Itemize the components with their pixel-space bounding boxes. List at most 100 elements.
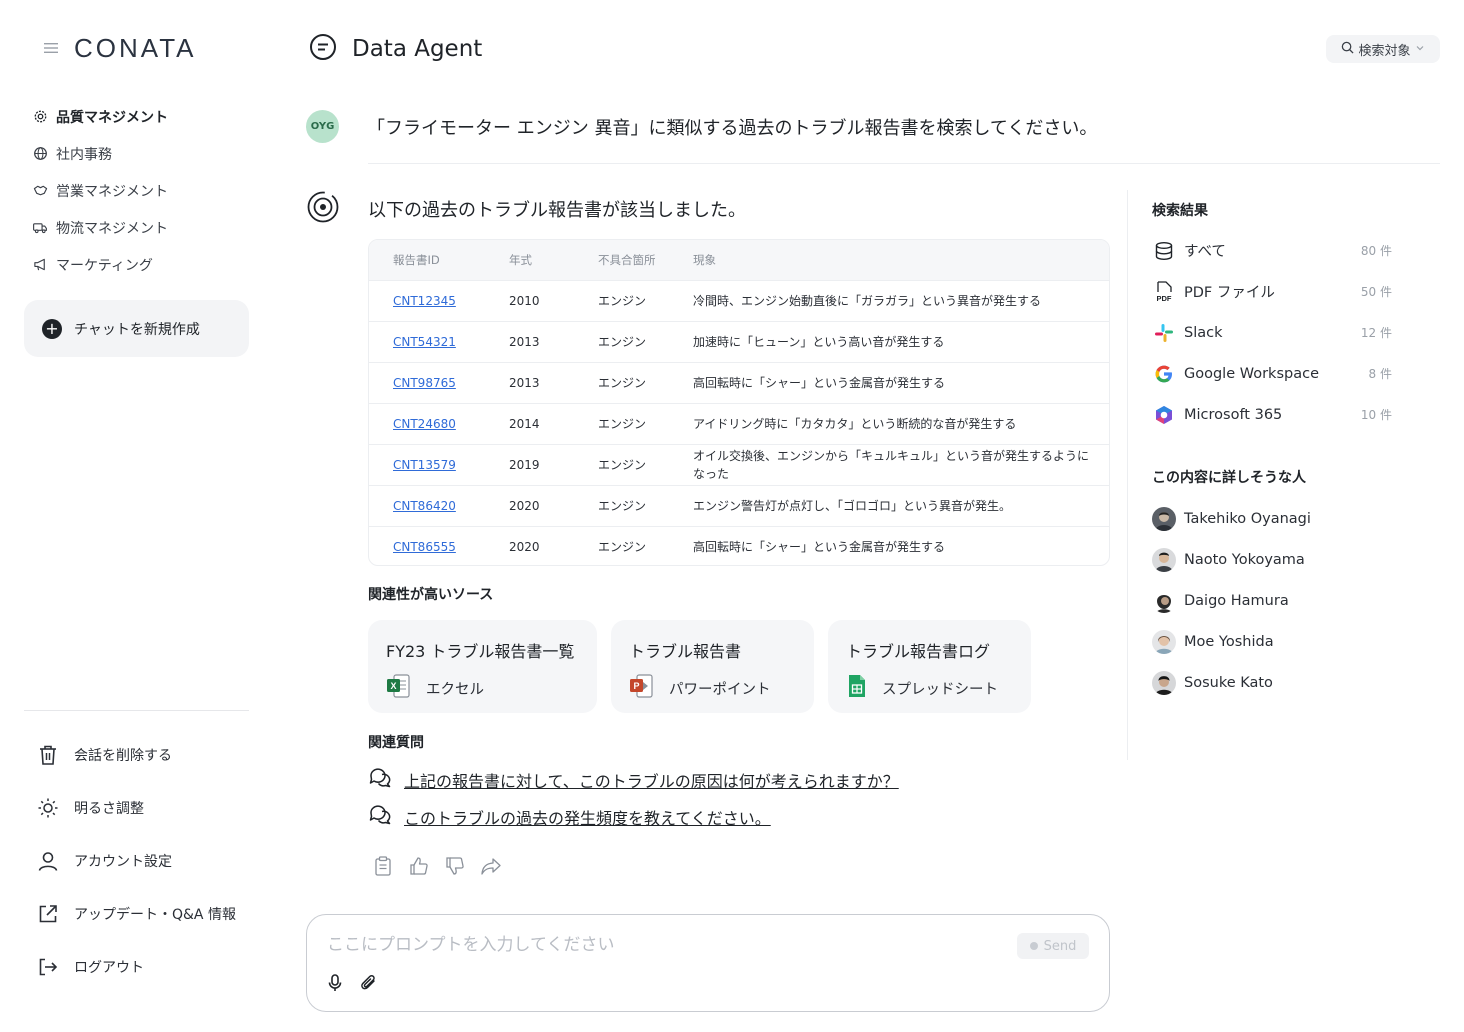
table-cell: エンジン <box>598 320 693 362</box>
table-cell: 高回転時に「シャー」という金属音が発生する <box>693 361 1109 403</box>
report-id-link[interactable]: CNT86555 <box>393 540 456 554</box>
user-icon <box>36 849 60 873</box>
related-question-text[interactable]: 上記の報告書に対して、このトラブルの原因は何が考えられますか？ <box>404 768 899 792</box>
search-scope-label: 検索対象 <box>1358 43 1411 59</box>
plus-icon: + <box>42 318 62 339</box>
brightness-button[interactable]: 明るさ調整 <box>36 781 266 834</box>
send-button[interactable]: Send <box>1017 933 1089 959</box>
logout-button[interactable]: ログアウト <box>36 940 266 993</box>
sidebar-bottom-nav: 会話を削除する 明るさ調整 アカウント設定 アップデート・Q&A 情報 ログアウ… <box>36 728 266 993</box>
table-row: CNT54321 2013 エンジン 加速時に「ヒューン」という高い音が発生する <box>369 320 1109 362</box>
related-question[interactable]: 上記の報告書に対して、このトラブルの原因は何が考えられますか？ <box>368 767 968 793</box>
report-id-link[interactable]: CNT12345 <box>393 294 456 308</box>
google-icon <box>1152 362 1176 386</box>
result-count: 50 件 <box>1360 285 1392 299</box>
logout-icon <box>36 955 60 979</box>
column-header: 年式 <box>509 252 532 267</box>
expert-item[interactable]: Sosuke Kato <box>1152 662 1392 703</box>
expert-item[interactable]: Takehiko Oyanagi <box>1152 498 1392 539</box>
database-icon <box>1152 239 1176 263</box>
search-scope-dropdown[interactable]: 検索対象 <box>1326 35 1440 63</box>
clipboard-icon[interactable] <box>372 855 394 877</box>
report-id-link[interactable]: CNT13579 <box>393 458 456 472</box>
page-title: Data Agent <box>352 36 483 62</box>
table-cell: エンジン <box>598 279 693 321</box>
report-id-link[interactable]: CNT54321 <box>393 335 456 349</box>
sidebar-item-marketing[interactable]: マーケティング <box>32 246 262 283</box>
related-question[interactable]: このトラブルの過去の発生頻度を教えてください。 <box>368 804 968 830</box>
bottom-item-label: アップデート・Q&A 情報 <box>74 906 236 923</box>
source-card-powerpoint[interactable]: トラブル報告書 P パワーポイント <box>611 620 814 713</box>
send-label: Send <box>1043 938 1077 954</box>
paperclip-icon[interactable] <box>359 973 379 993</box>
source-type: エクセル <box>426 681 484 698</box>
expert-name: Moe Yoshida <box>1184 633 1274 650</box>
result-label: すべて <box>1184 244 1226 260</box>
report-id-link[interactable]: CNT98765 <box>393 376 456 390</box>
microphone-icon[interactable] <box>325 973 345 993</box>
result-filter-all[interactable]: すべて 80 件 <box>1152 230 1392 271</box>
related-questions-heading: 関連質問 <box>368 735 424 751</box>
report-id-link[interactable]: CNT86420 <box>393 499 456 513</box>
menu-icon[interactable] <box>44 32 58 64</box>
bottom-item-label: ログアウト <box>74 959 144 976</box>
globe-icon <box>32 146 48 162</box>
report-id-link[interactable]: CNT24680 <box>393 417 456 431</box>
sources-heading: 関連性が高いソース <box>368 587 494 603</box>
sidebar-divider <box>24 710 249 711</box>
chevron-down-icon <box>1415 42 1425 57</box>
result-filter-microsoft365[interactable]: Microsoft 365 10 件 <box>1152 394 1392 435</box>
page-header: Data Agent <box>308 32 482 66</box>
source-title: トラブル報告書 <box>629 642 742 661</box>
result-filter-slack[interactable]: Slack 12 件 <box>1152 312 1392 353</box>
account-settings-button[interactable]: アカウント設定 <box>36 834 266 887</box>
handshake-icon <box>32 183 48 199</box>
sidebar-item-logistics[interactable]: 物流マネジメント <box>32 209 262 246</box>
new-chat-button[interactable]: + チャットを新規作成 <box>24 300 249 357</box>
microsoft365-icon <box>1152 403 1176 427</box>
prompt-input[interactable] <box>327 933 1007 957</box>
source-card-sheets[interactable]: トラブル報告書ログ スプレッドシート <box>828 620 1031 713</box>
result-filter-google[interactable]: Google Workspace 8 件 <box>1152 353 1392 394</box>
sidebar-item-office[interactable]: 社内事務 <box>32 135 262 172</box>
source-card-excel[interactable]: FY23 トラブル報告書一覧 X エクセル <box>368 620 597 713</box>
bottom-item-label: 会話を削除する <box>74 747 172 764</box>
pdf-icon: PDF <box>1152 280 1176 304</box>
table-cell: 加速時に「ヒューン」という高い音が発生する <box>693 320 1109 362</box>
agent-logo-icon <box>306 190 340 224</box>
updates-qa-link[interactable]: アップデート・Q&A 情報 <box>36 887 266 940</box>
share-icon[interactable] <box>480 855 502 877</box>
thumbs-up-icon[interactable] <box>408 855 430 877</box>
external-link-icon <box>36 902 60 926</box>
result-filter-pdf[interactable]: PDF PDF ファイル 50 件 <box>1152 271 1392 312</box>
thumbs-down-icon[interactable] <box>444 855 466 877</box>
prompt-box: Send <box>306 914 1110 1012</box>
related-question-text[interactable]: このトラブルの過去の発生頻度を教えてください。 <box>404 805 771 829</box>
result-count: 80 件 <box>1360 244 1392 258</box>
sidebar-item-quality[interactable]: 品質マネジメント <box>32 98 262 135</box>
user-message-text: 「フライモーター エンジン 異音」に類似する過去のトラブル報告書を検索してくださ… <box>367 117 1098 139</box>
expert-item[interactable]: Naoto Yokoyama <box>1152 539 1392 580</box>
gear-icon <box>32 109 48 125</box>
expert-item[interactable]: Daigo Hamura <box>1152 580 1392 621</box>
right-panel: 検索結果 すべて 80 件 PDF PDF ファイル 50 件 Slack 12… <box>1127 190 1417 760</box>
table-row: CNT12345 2010 エンジン 冷間時、エンジン始動直後に「ガラガラ」とい… <box>369 279 1109 321</box>
expert-item[interactable]: Moe Yoshida <box>1152 621 1392 662</box>
table-cell: エンジン <box>598 402 693 444</box>
delete-conversation-button[interactable]: 会話を削除する <box>36 728 266 781</box>
avatar <box>1152 547 1176 572</box>
result-label: Google Workspace <box>1184 365 1319 382</box>
megaphone-icon <box>32 257 48 273</box>
column-header: 不具合箇所 <box>598 252 656 267</box>
table-cell: 2013 <box>509 361 598 403</box>
source-title: トラブル報告書ログ <box>846 642 991 661</box>
bottom-item-label: 明るさ調整 <box>74 800 144 817</box>
sidebar-item-label: 品質マネジメント <box>56 109 168 126</box>
column-header: 報告書ID <box>393 252 440 267</box>
source-type: パワーポイント <box>669 681 771 698</box>
table-cell: 2013 <box>509 320 598 362</box>
app-logo[interactable]: CONATA <box>74 33 196 64</box>
sidebar-item-sales[interactable]: 営業マネジメント <box>32 172 262 209</box>
table-row: CNT86555 2020 エンジン 高回転時に「シャー」という金属音が発生する <box>369 525 1109 565</box>
chat-bubble-icon <box>308 32 338 66</box>
